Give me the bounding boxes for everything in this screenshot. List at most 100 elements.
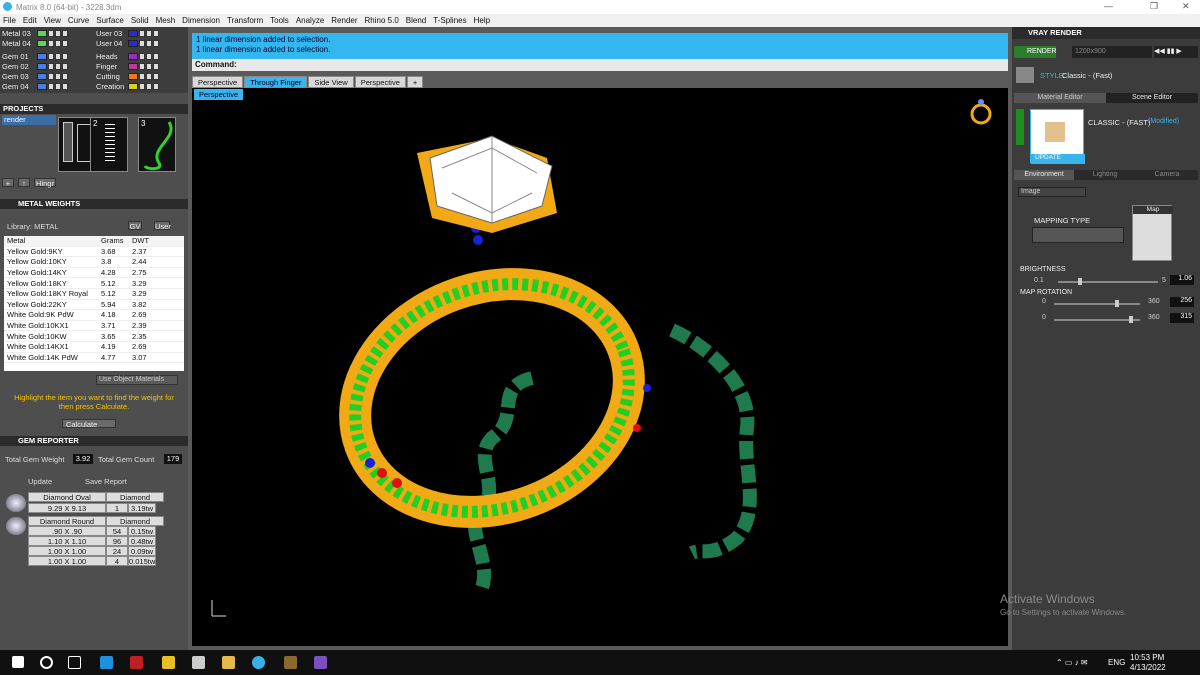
rotation1-value[interactable]: 256 <box>1170 297 1194 307</box>
layer-row[interactable]: Metal 04 <box>2 38 68 48</box>
menu-solid[interactable]: Solid <box>131 16 149 25</box>
task-view-icon[interactable] <box>68 656 81 669</box>
minimize-icon[interactable]: — <box>1104 1 1113 11</box>
menu-tsplines[interactable]: T-Splines <box>433 16 466 25</box>
maximize-icon[interactable]: ❐ <box>1150 1 1158 12</box>
menu-tools[interactable]: Tools <box>270 16 289 25</box>
table-row[interactable]: Yellow Gold:14KY 4.28 2.75 <box>4 268 184 279</box>
menu-analyze[interactable]: Analyze <box>296 16 324 25</box>
playback-controls[interactable]: ◀◀ ▮▮ ▶ <box>1154 46 1198 58</box>
menu-transform[interactable]: Transform <box>227 16 263 25</box>
rotation2-knob[interactable] <box>1129 316 1134 323</box>
tray-icons[interactable]: ⌃ ▭ ♪ ✉ <box>1056 658 1088 667</box>
gv-button[interactable]: GV <box>128 221 142 231</box>
brightness-slider[interactable] <box>1058 278 1158 285</box>
close-icon[interactable]: ✕ <box>1182 1 1190 12</box>
app-icon[interactable] <box>192 656 205 669</box>
menu-view[interactable]: View <box>44 16 61 25</box>
menu-rhino[interactable]: Rhino 5.0 <box>365 16 399 25</box>
file-explorer-icon[interactable] <box>222 656 235 669</box>
viewport-tabs: Perspective Through Finger Side View Per… <box>192 76 424 88</box>
tab-lighting[interactable]: Lighting <box>1074 170 1136 180</box>
environment-select[interactable]: Image <box>1018 187 1086 197</box>
rhino-icon[interactable] <box>284 656 297 669</box>
table-row[interactable]: White Gold:14K PdW 4.77 3.07 <box>4 353 184 364</box>
material-side-tab[interactable] <box>1016 109 1024 145</box>
edge-icon[interactable] <box>100 656 113 669</box>
hingr-button[interactable]: Hingr <box>34 178 56 188</box>
tab-environment[interactable]: Environment <box>1014 170 1074 180</box>
matrix-icon[interactable] <box>252 656 265 669</box>
render-button[interactable]: RENDER <box>1014 46 1057 58</box>
table-row[interactable]: White Gold:9K PdW 4.18 2.69 <box>4 310 184 321</box>
menu-blend[interactable]: Blend <box>406 16 426 25</box>
tab-perspective-2[interactable]: Perspective <box>354 76 406 88</box>
project-item[interactable]: render <box>2 115 56 125</box>
mapping-type-buttons[interactable] <box>1032 227 1124 243</box>
layer-row[interactable]: Gem 02 <box>2 61 68 71</box>
brightness-knob[interactable] <box>1078 278 1082 285</box>
layer-row[interactable]: Gem 03 <box>2 71 68 81</box>
layer-row[interactable]: User 04 <box>96 38 159 48</box>
map-thumbnail[interactable]: Map <box>1132 205 1173 261</box>
user-button[interactable]: User <box>154 221 171 231</box>
table-row[interactable]: White Gold:10KX1 3.71 2.39 <box>4 321 184 332</box>
menu-curve[interactable]: Curve <box>68 16 89 25</box>
rotation2-value[interactable]: 315 <box>1170 313 1194 323</box>
add-project-button[interactable]: + <box>2 178 14 188</box>
resolution-field[interactable]: 1200x900 <box>1072 46 1152 58</box>
up-button[interactable]: ↑ <box>18 178 30 188</box>
table-row[interactable]: White Gold:14KX1 4.19 2.69 <box>4 342 184 353</box>
table-row[interactable]: Yellow Gold:18KY Royal 5.12 3.29 <box>4 289 184 300</box>
tab-side-view[interactable]: Side View <box>308 76 354 88</box>
clock-time[interactable]: 10:53 PM <box>1130 653 1164 662</box>
layer-row[interactable]: Gem 01 <box>2 51 68 61</box>
use-object-materials-checkbox[interactable]: Use Object Materials <box>96 375 178 385</box>
tab-scene-editor[interactable]: Scene Editor <box>1106 93 1198 103</box>
chrome-icon[interactable] <box>162 656 175 669</box>
calculate-button[interactable]: Calculate <box>62 419 116 429</box>
search-icon[interactable] <box>40 656 53 669</box>
rotation1-slider[interactable] <box>1054 300 1140 307</box>
menu-render[interactable]: Render <box>331 16 357 25</box>
project-thumb[interactable]: 3 <box>138 117 176 172</box>
layer-row[interactable]: Gem 04 <box>2 81 68 91</box>
3d-viewport[interactable]: Perspective <box>192 88 1008 646</box>
app-icon[interactable] <box>314 656 327 669</box>
table-row[interactable]: White Gold:10KW 3.65 2.35 <box>4 331 184 342</box>
layer-row[interactable]: Finger <box>96 61 159 71</box>
style-value[interactable]: Classic - (Fast) <box>1062 71 1112 80</box>
menu-edit[interactable]: Edit <box>23 16 37 25</box>
windows-start-icon[interactable] <box>12 656 24 668</box>
tab-through-finger[interactable]: Through Finger <box>244 76 308 88</box>
language-indicator[interactable]: ENG <box>1108 658 1125 667</box>
clock-date[interactable]: 4/13/2022 <box>1130 663 1166 672</box>
tab-perspective[interactable]: Perspective <box>192 76 244 88</box>
rotation1-knob[interactable] <box>1115 300 1120 307</box>
menu-help[interactable]: Help <box>474 16 490 25</box>
command-line[interactable]: Command: <box>192 59 1008 71</box>
menu-mesh[interactable]: Mesh <box>156 16 176 25</box>
menu-file[interactable]: File <box>3 16 16 25</box>
table-row[interactable]: Yellow Gold:22KY 5.94 3.82 <box>4 300 184 311</box>
table-row[interactable]: Yellow Gold:9KY 3.68 2.37 <box>4 247 184 258</box>
layer-row[interactable]: Creation <box>96 81 159 91</box>
add-tab-button[interactable]: + <box>406 76 424 88</box>
tab-material-editor[interactable]: Material Editor <box>1014 93 1106 103</box>
menu-surface[interactable]: Surface <box>96 16 124 25</box>
brightness-value[interactable]: 1.06 <box>1170 275 1194 285</box>
table-row[interactable]: Yellow Gold:10KY 3.8 2.44 <box>4 257 184 268</box>
update-material-button[interactable]: UPDATE <box>1031 154 1085 164</box>
app-icon[interactable] <box>130 656 143 669</box>
rotation2-slider[interactable] <box>1054 316 1140 323</box>
layer-row[interactable]: Metal 03 <box>2 28 68 38</box>
update-button[interactable]: Update <box>28 477 52 486</box>
tab-camera[interactable]: Camera <box>1136 170 1198 180</box>
save-report-button[interactable]: Save Report <box>85 477 127 486</box>
layer-row[interactable]: Heads <box>96 51 159 61</box>
table-row[interactable]: Yellow Gold:18KY 5.12 3.29 <box>4 278 184 289</box>
layer-row[interactable]: Cutting <box>96 71 159 81</box>
project-thumb[interactable]: 2 <box>90 117 128 172</box>
menu-dimension[interactable]: Dimension <box>182 16 220 25</box>
layer-row[interactable]: User 03 <box>96 28 159 38</box>
